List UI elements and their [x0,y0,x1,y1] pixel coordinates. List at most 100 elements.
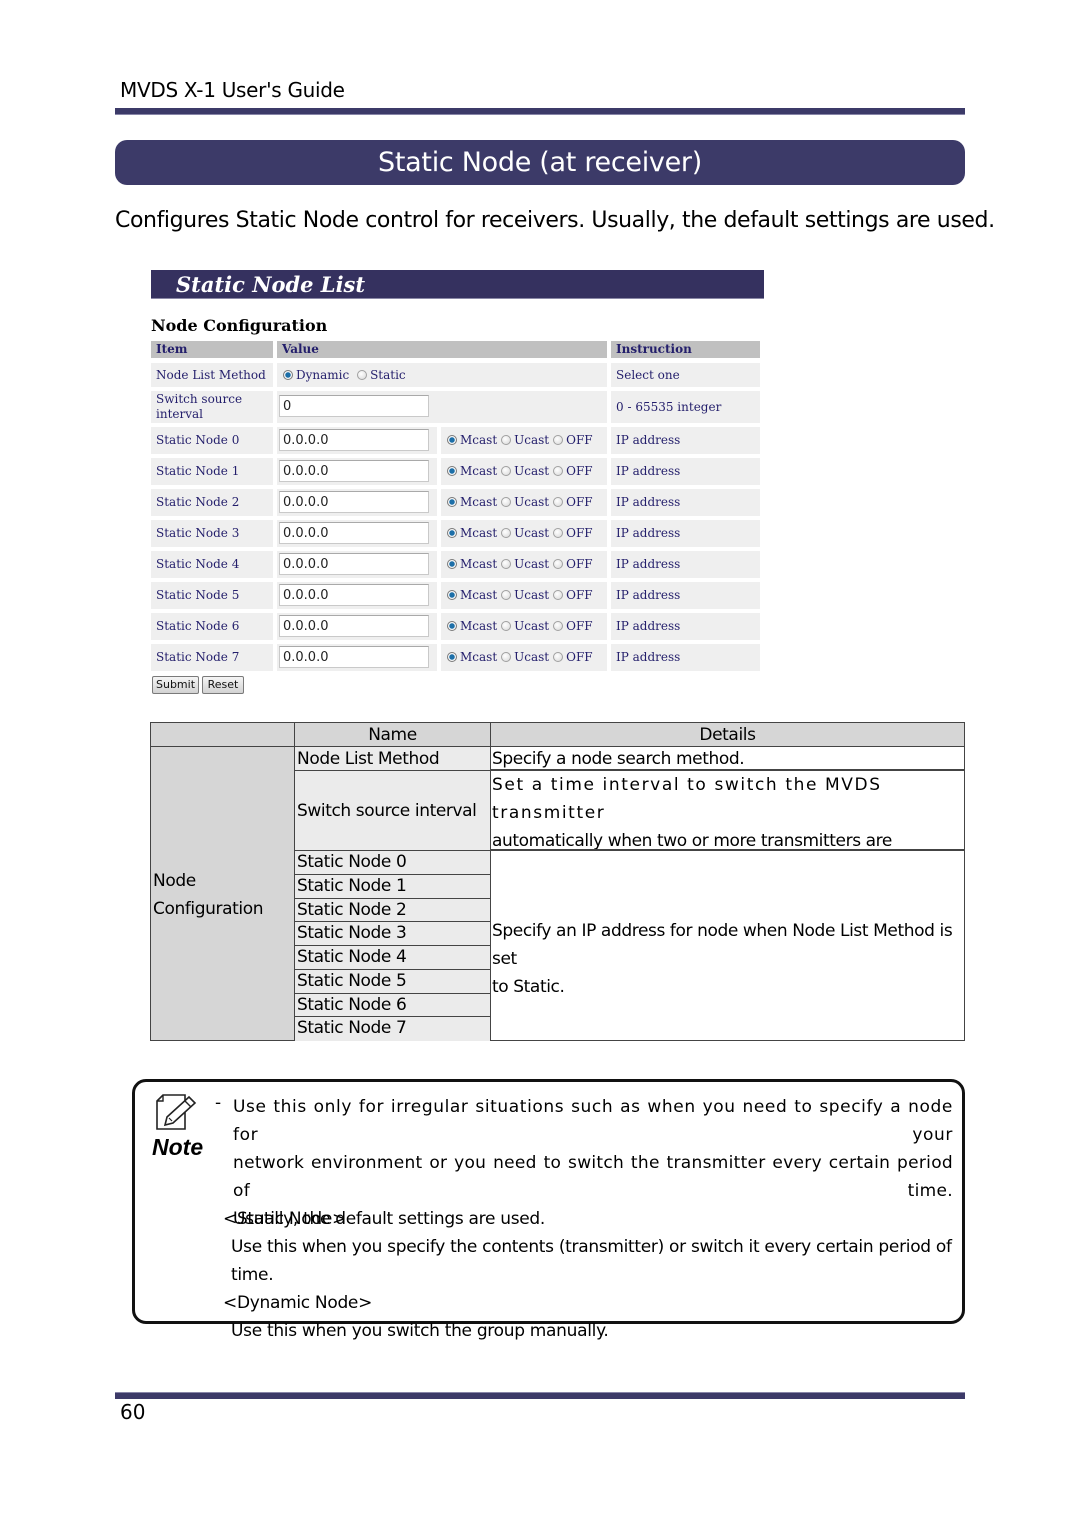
static-node-value-cell [277,551,437,578]
submit-button[interactable]: Submit [152,676,199,694]
node-configuration-group-cell: Node Configuration [151,747,295,1040]
radio-selected-icon[interactable] [447,652,457,662]
column-header-instruction: Instruction [611,341,760,358]
section-title-banner: Static Node (at receiver) [115,140,965,185]
radio-selected-icon[interactable] [447,559,457,569]
static-node-ip-input[interactable] [279,646,429,668]
switch-interval-instruction: 0 - 65535 integer [611,391,760,423]
note-node-types: <Static Node> Use this when you specify … [223,1205,962,1345]
group-label-line2: Configuration [153,899,264,919]
radio-unselected-icon[interactable] [553,528,564,538]
mcast-radio-option[interactable]: Mcast [447,588,497,602]
radio-selected-icon[interactable] [283,370,293,380]
mcast-radio-option[interactable]: Mcast [447,650,497,664]
row-name-static-node: Static Node 1 [295,874,491,899]
ucast-radio-option[interactable]: Ucast [501,495,549,509]
static-node-instruction: IP address [611,613,760,640]
ucast-radio-option[interactable]: Ucast [501,650,549,664]
radio-selected-icon[interactable] [447,590,457,600]
static-node-mode-options: Mcast Ucast OFF [441,551,607,578]
off-radio-option[interactable]: OFF [553,619,593,633]
radio-selected-icon[interactable] [447,621,457,631]
ucast-radio-option[interactable]: Ucast [501,526,549,540]
static-node-label: Static Node 1 [151,458,273,485]
static-node-ip-input[interactable] [279,460,429,482]
static-node-instruction: IP address [611,582,760,609]
static-node-ip-input[interactable] [279,553,429,575]
off-radio-option[interactable]: OFF [553,557,593,571]
ucast-radio-option[interactable]: Ucast [501,588,549,602]
radio-unselected-icon[interactable] [553,621,564,631]
document-header-title: MVDS X-1 User's Guide [120,78,345,102]
static-node-instruction: IP address [611,427,760,454]
radio-unselected-icon[interactable] [501,590,512,600]
static-node-value-cell [277,427,437,454]
mcast-radio-option[interactable]: Mcast [447,526,497,540]
static-node-ip-input[interactable] [279,429,429,451]
static-node-ip-input[interactable] [279,615,429,637]
radio-unselected-icon[interactable] [553,590,564,600]
off-radio-option[interactable]: OFF [553,650,593,664]
off-radio-option[interactable]: OFF [553,588,593,602]
radio-unselected-icon[interactable] [553,435,564,445]
ucast-radio-option[interactable]: Ucast [501,619,549,633]
radio-unselected-icon[interactable] [501,652,512,662]
ucast-radio-option[interactable]: Ucast [501,464,549,478]
static-node-ip-input[interactable] [279,522,429,544]
mcast-radio-option[interactable]: Mcast [447,464,497,478]
page-number: 60 [120,1400,146,1424]
mcast-radio-option[interactable]: Mcast [447,495,497,509]
off-radio-option[interactable]: OFF [553,464,593,478]
row-name-static-node: Static Node 3 [295,922,491,946]
ucast-radio-option[interactable]: Ucast [501,557,549,571]
off-radio-option[interactable]: OFF [553,526,593,540]
radio-unselected-icon[interactable] [501,466,512,476]
node-list-method-label: Node List Method [151,363,273,387]
section-intro: Configures Static Node control for recei… [115,208,995,233]
mcast-radio-option[interactable]: Mcast [447,433,497,447]
static-node-value-cell [277,489,437,516]
footer-divider [115,1392,965,1399]
radio-selected-icon[interactable] [447,497,457,507]
static-node-value-cell [277,520,437,547]
off-radio-option[interactable]: OFF [553,495,593,509]
static-node-label: Static Node 7 [151,644,273,671]
group-header-cell [151,723,295,747]
ucast-radio-option[interactable]: Ucast [501,433,549,447]
radio-unselected-icon[interactable] [357,370,368,380]
radio-unselected-icon[interactable] [553,466,564,476]
reset-button[interactable]: Reset [202,676,244,694]
static-radio-option[interactable]: Static [357,368,406,382]
mcast-radio-option[interactable]: Mcast [447,557,497,571]
off-radio-option[interactable]: OFF [553,433,593,447]
radio-selected-icon[interactable] [447,466,457,476]
radio-selected-icon[interactable] [447,528,457,538]
static-node-label: Static Node 6 [151,613,273,640]
radio-unselected-icon[interactable] [501,559,512,569]
static-node-value-cell [277,458,437,485]
radio-unselected-icon[interactable] [553,559,564,569]
row-name-static-node: Static Node 0 [295,851,491,875]
column-header-item: Item [151,341,273,358]
radio-unselected-icon[interactable] [501,497,512,507]
radio-unselected-icon[interactable] [501,621,512,631]
switch-interval-input[interactable] [279,395,429,417]
static-node-mode-options: Mcast Ucast OFF [441,520,607,547]
radio-unselected-icon[interactable] [501,528,512,538]
static-node-instruction: IP address [611,489,760,516]
switch-interval-value-cell [277,391,607,423]
mcast-radio-option[interactable]: Mcast [447,619,497,633]
static-node-mode-options: Mcast Ucast OFF [441,458,607,485]
static-node-ip-input[interactable] [279,491,429,513]
row-name-static-node: Static Node 5 [295,969,491,994]
radio-unselected-icon[interactable] [553,497,564,507]
column-header-value: Value [277,341,607,358]
radio-selected-icon[interactable] [447,435,457,445]
static-node-instruction: IP address [611,520,760,547]
dynamic-radio-option[interactable]: Dynamic [283,368,349,382]
static-node-label: Static Node 0 [151,427,273,454]
radio-unselected-icon[interactable] [501,435,512,445]
radio-unselected-icon[interactable] [553,652,564,662]
static-node-ip-input[interactable] [279,584,429,606]
note-label: Note [152,1134,204,1160]
